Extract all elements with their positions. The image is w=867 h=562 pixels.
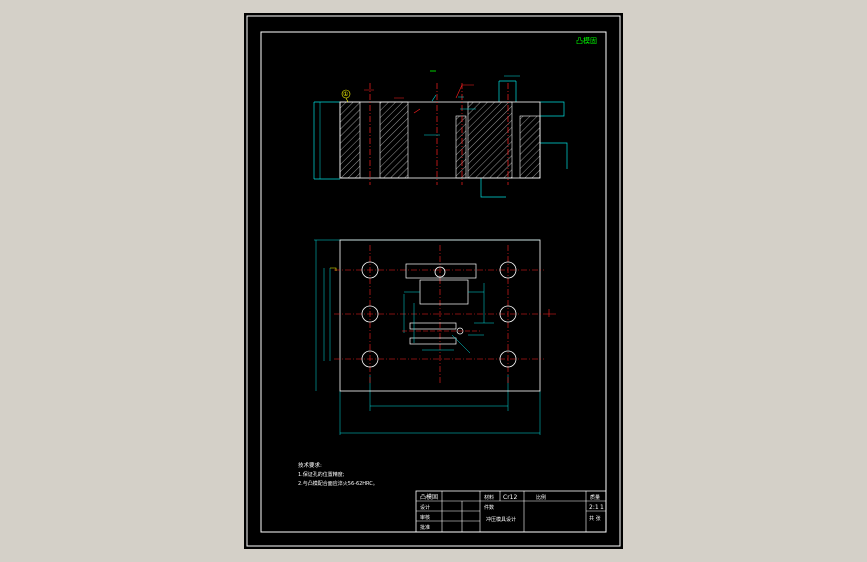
plan-inner-dims — [403, 283, 494, 354]
drawing-sheet: 凸模固 ① 技术要求: 1.保证孔的位置精度; 2.与凸模配合面应淬火56-62… — [244, 13, 623, 549]
cavity-mid — [419, 279, 469, 305]
title-approver-label: 批准 — [420, 524, 430, 531]
plan-dim-bottom — [339, 375, 541, 435]
title-dept-label: 共 张 — [589, 515, 601, 522]
slot-lower — [409, 337, 457, 345]
title-drawing-no: 冲压模具设计 — [486, 516, 516, 523]
plan-dim-left — [315, 240, 331, 391]
tech-notes-line2: 2.与凸模配合面应淬火56-62HRC。 — [298, 480, 378, 487]
leader-2 — [455, 84, 474, 99]
cad-viewport[interactable]: 凸模固 ① 技术要求: 1.保证孔的位置精度; 2.与凸模配合面应淬火56-62… — [0, 0, 867, 562]
title-scale-label: 比例 — [536, 494, 546, 501]
tech-notes: 技术要求: 1.保证孔的位置精度; 2.与凸模配合面应淬火56-62HRC。 — [298, 461, 378, 487]
hatch-block-2 — [379, 101, 409, 179]
corner-stamp: 凸模固 — [576, 36, 597, 45]
title-part-name: 凸模固 — [420, 493, 438, 501]
section-envelope-right — [540, 101, 565, 117]
tech-notes-line1: 1.保证孔的位置精度; — [298, 471, 345, 478]
part-mark: ① — [343, 91, 348, 98]
title-block: 凸模固 材料 Cr12 比例 质量 2:1 1 件数 共 张 设计 审核 批准 … — [415, 490, 607, 533]
title-sheet-value: 1 — [600, 504, 604, 511]
inner-frame — [260, 31, 607, 533]
plan-side-marker — [548, 309, 556, 317]
hatch-block-3 — [455, 115, 467, 179]
hatch-block-5 — [519, 115, 541, 179]
section-top-step — [498, 80, 517, 102]
plan-view — [314, 239, 556, 435]
title-designer-label: 设计 — [420, 504, 430, 511]
hatch-block-4 — [467, 101, 513, 179]
leader-1 — [345, 97, 349, 103]
title-weight-label: 质量 — [590, 494, 600, 501]
title-qty-label: 件数 — [484, 504, 494, 511]
dim-ticks-top — [431, 75, 520, 102]
tech-notes-heading: 技术要求: — [298, 461, 322, 469]
section-view: ① — [313, 70, 568, 198]
cavity-upper — [405, 263, 477, 279]
title-material-value: Cr12 — [503, 494, 517, 501]
drawing-canvas: 凸模固 ① 技术要求: 1.保证孔的位置精度; 2.与凸模配合面应淬火56-62… — [246, 15, 621, 547]
slot-upper — [409, 322, 457, 330]
title-checker-label: 审核 — [420, 514, 430, 521]
plan-yellow-marker — [330, 267, 337, 271]
title-material-label: 材料 — [484, 494, 494, 501]
hatch-block-1 — [339, 101, 361, 179]
title-qty-value: 2:1 — [589, 504, 599, 511]
section-envelope-left — [313, 101, 340, 180]
